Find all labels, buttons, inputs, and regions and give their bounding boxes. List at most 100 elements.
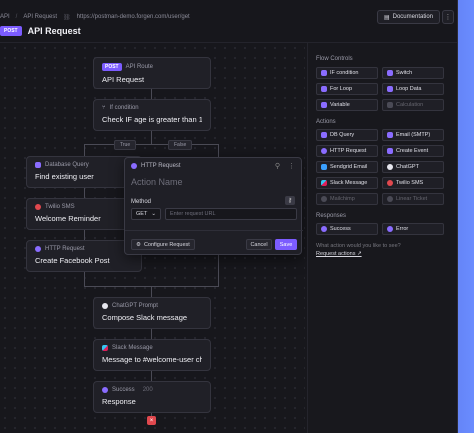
actions-panel: Flow Controls IF condition Switch For Lo… [307,43,457,433]
configure-request-button[interactable]: ⚙ Configure Request [131,239,195,250]
chip-label: Email (SMTP) [396,132,431,138]
chip-create-event[interactable]: Create Event [382,145,444,157]
chip-loop-data[interactable]: Loop Data [382,83,444,95]
page-header: POST API Request [0,24,81,38]
node-if-condition[interactable]: ⑂ If condition Check IF age is greater th… [93,99,211,131]
node-type-label: HTTP Request [45,246,85,252]
twilio-icon [35,204,41,210]
globe-icon [321,148,327,154]
http-request-editor: HTTP Request ⚲ ⋮ Action Name Method ⚷ GE… [124,157,303,255]
chip-label: IF condition [330,70,359,76]
node-title: API Request [102,75,145,84]
slack-icon [102,345,108,351]
node-type-label: API Route [125,64,153,70]
chip-error[interactable]: Error [382,223,444,235]
chip-label: Loop Data [396,86,422,92]
remove-node-button[interactable]: × [147,416,156,425]
node-slack-message[interactable]: Slack Message Message to #welcome-user c… [93,339,211,371]
app-window: API / API Request ⛓ https://postman-demo… [0,0,458,433]
responses-title: Responses [316,213,347,219]
page-title: API Request [27,26,81,36]
chip-sendgrid-email[interactable]: Sendgrid Email [316,161,378,173]
action-name-input[interactable]: Action Name [131,177,183,187]
connector [151,286,152,297]
chatgpt-icon [102,303,108,309]
documentation-button[interactable]: ▤ Documentation [376,10,440,24]
more-menu-button[interactable]: ⋮ [442,10,454,24]
chevron-down-icon: ⌄ [151,211,156,217]
book-icon: ▤ [383,14,390,21]
chip-calculation: Calculation [382,99,444,111]
chip-label: Linear Ticket [396,196,428,202]
linear-icon [387,196,393,202]
chip-switch[interactable]: Switch [382,67,444,79]
node-method-badge: POST [102,63,122,71]
chip-label: Slack Message [330,180,368,186]
status-code: 200 [142,387,153,393]
calculator-icon [387,102,393,108]
breadcrumb-section[interactable]: API Request [23,14,57,20]
check-circle-icon [321,226,327,232]
endpoint-url[interactable]: https://postman-demo.forgen.com/user/get [77,14,190,20]
node-title: Check IF age is greater than 18 [102,115,202,124]
request-actions-link[interactable]: Request actions ↗ [316,251,362,257]
chip-linear-ticket: Linear Ticket [382,193,444,205]
connector [151,130,152,144]
chip-label: HTTP Request [330,148,367,154]
node-title: Compose Slack message [102,313,188,322]
node-type-label: Slack Message [112,345,153,351]
documentation-label: Documentation [392,14,433,20]
node-type-label: Twilio SMS [45,204,75,210]
branch-icon: ⑂ [102,105,106,111]
auth-key-button[interactable]: ⚷ [285,196,295,205]
chip-label: Mailchimp [330,196,355,202]
connector [151,371,152,381]
key-icon: ⚷ [287,198,293,204]
more-options-icon[interactable]: ⋮ [288,162,295,170]
flow-controls-title: Flow Controls [316,56,353,62]
chip-slack-message[interactable]: Slack Message [316,177,378,189]
mailchimp-icon [321,196,327,202]
chip-chatgpt[interactable]: ChatGPT [382,161,444,173]
pin-icon[interactable]: ⚲ [275,162,280,170]
node-api-route[interactable]: POST API Route API Request [93,57,211,89]
chip-label: DB Query [330,132,355,138]
chip-variable[interactable]: Variable [316,99,378,111]
chip-label: Error [396,226,409,232]
breadcrumb-root[interactable]: API [0,14,10,20]
chip-http-request[interactable]: HTTP Request [316,145,378,157]
request-url-input[interactable]: Enter request URL [165,208,297,220]
mail-icon [387,132,393,138]
refresh-icon [387,86,393,92]
gear-icon: ⚙ [136,241,141,248]
node-title: Create Facebook Post [35,256,110,265]
node-type-label: ChatGPT Prompt [112,303,158,309]
actions-title: Actions [316,119,336,125]
switch-icon [387,70,393,76]
globe-icon [35,246,41,252]
chip-for-loop[interactable]: For Loop [316,83,378,95]
chip-mailchimp: Mailchimp [316,193,378,205]
link-icon: ⛓ [63,14,71,21]
node-type-label: If condition [109,105,139,111]
method-value: GET [136,211,148,217]
slack-icon [321,180,327,186]
database-icon [321,132,327,138]
chip-label: Create Event [396,148,429,154]
chip-if-condition[interactable]: IF condition [316,67,378,79]
node-success-response[interactable]: Success 200 Response [93,381,211,413]
node-chatgpt-prompt[interactable]: ChatGPT Prompt Compose Slack message [93,297,211,329]
chip-success[interactable]: Success [316,223,378,235]
chip-db-query[interactable]: DB Query [316,129,378,141]
chip-label: ChatGPT [396,164,419,170]
chip-twilio-sms[interactable]: Twilio SMS [382,177,444,189]
save-button[interactable]: Save [275,239,297,250]
method-badge: POST [0,26,22,36]
check-circle-icon [102,387,108,393]
method-select[interactable]: GET ⌄ [131,208,161,220]
chip-email-smtp[interactable]: Email (SMTP) [382,129,444,141]
globe-icon [131,163,137,169]
configure-request-label: Configure Request [143,241,190,248]
chip-label: Twilio SMS [396,180,424,186]
cancel-button[interactable]: Cancel [246,239,272,250]
